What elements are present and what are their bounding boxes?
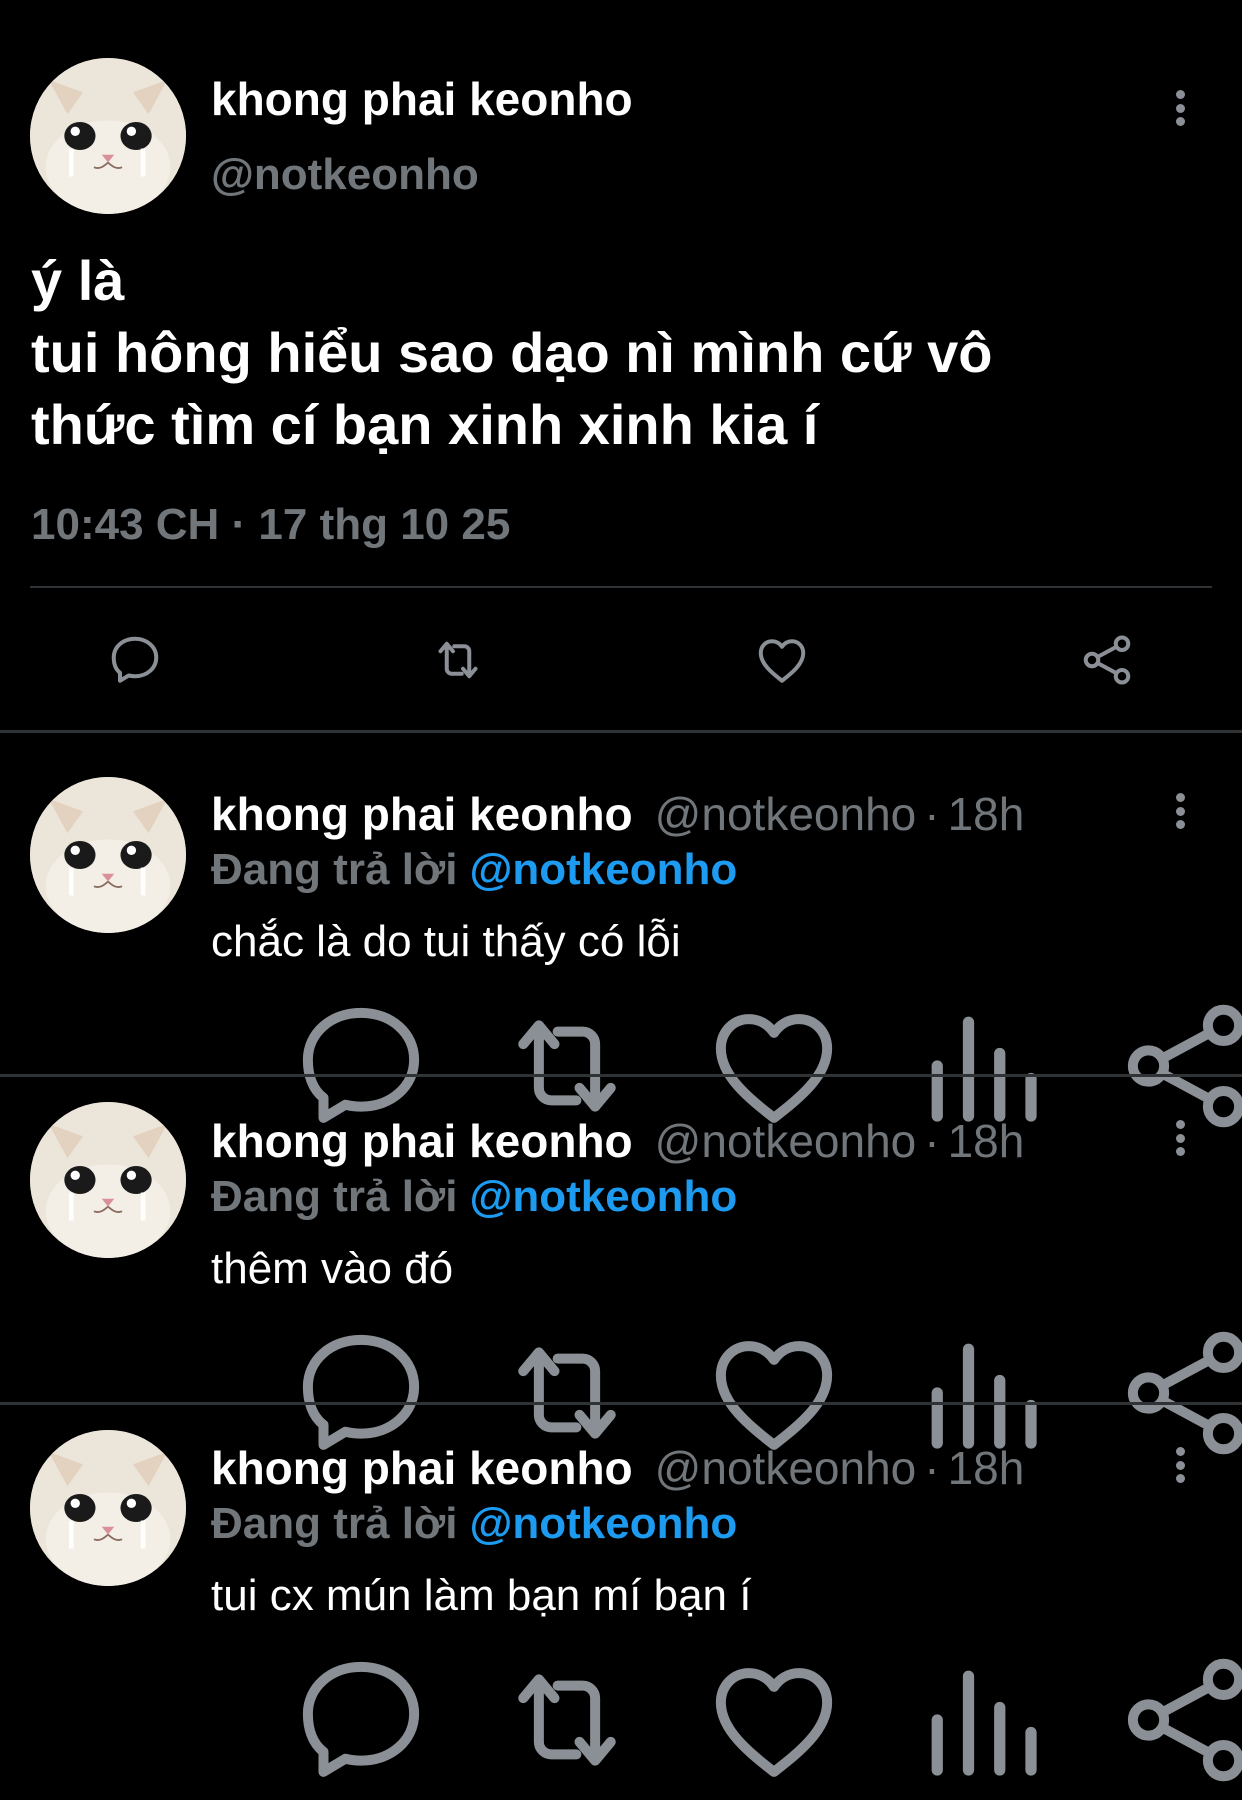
like-icon[interactable] bbox=[624, 991, 674, 1041]
more-options-icon[interactable] bbox=[1165, 789, 1195, 833]
reply-time[interactable]: 18h bbox=[948, 1115, 1025, 1167]
avatar[interactable] bbox=[30, 1430, 186, 1586]
author-name[interactable]: khong phai keonho bbox=[211, 788, 633, 840]
tweet-text-line: thức tìm cí bạn xinh xinh kia í bbox=[31, 393, 819, 456]
views-icon[interactable] bbox=[831, 991, 881, 1041]
reply-header: khong phai keonho @notkeonho · 18h bbox=[211, 1441, 1024, 1495]
more-options-icon[interactable] bbox=[1165, 1116, 1195, 1160]
reply-icon[interactable] bbox=[211, 991, 261, 1041]
author-handle[interactable]: @notkeonho bbox=[655, 788, 917, 840]
reply-icon[interactable] bbox=[211, 1645, 261, 1695]
cat-avatar-image bbox=[30, 58, 186, 214]
retweet-icon[interactable] bbox=[428, 630, 488, 690]
reply-icon[interactable] bbox=[211, 1318, 261, 1368]
share-icon[interactable] bbox=[1036, 1645, 1086, 1695]
replying-to: Đang trả lời @notkeonho bbox=[211, 845, 737, 895]
author-name[interactable]: khong phai keonho bbox=[211, 1115, 633, 1167]
more-options-icon[interactable] bbox=[1165, 1443, 1195, 1487]
mention-link[interactable]: @notkeonho bbox=[469, 845, 737, 894]
share-icon[interactable] bbox=[1036, 1318, 1086, 1368]
replying-label: Đang trả lời bbox=[211, 845, 458, 894]
main-tweet: khong phai keonho @notkeonho ý là tui hô… bbox=[0, 0, 1242, 730]
separator-dot: · bbox=[924, 1442, 940, 1494]
mention-link[interactable]: @notkeonho bbox=[469, 1499, 737, 1548]
share-icon[interactable] bbox=[1077, 630, 1137, 690]
tweet-text: ý là tui hông hiểu sao dạo nì mình cứ vô… bbox=[31, 245, 1211, 461]
reply-time[interactable]: 18h bbox=[948, 788, 1025, 840]
replying-label: Đang trả lời bbox=[211, 1499, 458, 1548]
reply-time[interactable]: 18h bbox=[948, 1442, 1025, 1494]
more-options-icon[interactable] bbox=[1165, 86, 1195, 130]
replying-to: Đang trả lời @notkeonho bbox=[211, 1499, 737, 1549]
author-handle[interactable]: @notkeonho bbox=[211, 150, 479, 200]
reply-text: chắc là do tui thấy có lỗi bbox=[211, 917, 681, 966]
mention-link[interactable]: @notkeonho bbox=[469, 1172, 737, 1221]
reply-header: khong phai keonho @notkeonho · 18h bbox=[211, 1114, 1024, 1168]
replying-to: Đang trả lời @notkeonho bbox=[211, 1172, 737, 1222]
divider bbox=[30, 586, 1212, 588]
cat-avatar-image bbox=[30, 777, 186, 933]
like-icon[interactable] bbox=[752, 630, 812, 690]
views-icon[interactable] bbox=[831, 1645, 881, 1695]
reply-tweet[interactable]: khong phai keonho @notkeonho · 18h Đang trả… bbox=[0, 1060, 1242, 1386]
reply-icon[interactable] bbox=[105, 630, 165, 690]
replying-label: Đang trả lời bbox=[211, 1172, 458, 1221]
tweet-text-line: tui hông hiểu sao dạo nì mình cứ vô bbox=[31, 321, 993, 384]
separator-dot: · bbox=[924, 788, 940, 840]
like-icon[interactable] bbox=[624, 1645, 674, 1695]
separator-dot: · bbox=[924, 1115, 940, 1167]
avatar[interactable] bbox=[30, 777, 186, 933]
avatar[interactable] bbox=[30, 1102, 186, 1258]
reply-header: khong phai keonho @notkeonho · 18h bbox=[211, 787, 1024, 841]
reply-tweet[interactable]: khong phai keonho @notkeonho · 18h Đang trả… bbox=[0, 1387, 1242, 1713]
author-handle[interactable]: @notkeonho bbox=[655, 1442, 917, 1494]
cat-avatar-image bbox=[30, 1102, 186, 1258]
retweet-icon[interactable] bbox=[417, 991, 467, 1041]
cat-avatar-image bbox=[30, 1430, 186, 1586]
author-name[interactable]: khong phai keonho bbox=[211, 72, 633, 126]
reply-text: tui cx mún làm bạn mí bạn í bbox=[211, 1571, 752, 1620]
like-icon[interactable] bbox=[624, 1318, 674, 1368]
author-name[interactable]: khong phai keonho bbox=[211, 1442, 633, 1494]
avatar[interactable] bbox=[30, 58, 186, 214]
tweet-text-line: ý là bbox=[31, 249, 125, 312]
views-icon[interactable] bbox=[831, 1318, 881, 1368]
reply-tweet[interactable]: khong phai keonho @notkeonho · 18h Đang trả… bbox=[0, 733, 1242, 1059]
tweet-timestamp[interactable]: 10:43 CH · 17 thg 10 25 bbox=[31, 500, 510, 550]
retweet-icon[interactable] bbox=[417, 1318, 467, 1368]
retweet-icon[interactable] bbox=[417, 1645, 467, 1695]
author-handle[interactable]: @notkeonho bbox=[655, 1115, 917, 1167]
reply-text: thêm vào đó bbox=[211, 1244, 454, 1293]
share-icon[interactable] bbox=[1036, 991, 1086, 1041]
